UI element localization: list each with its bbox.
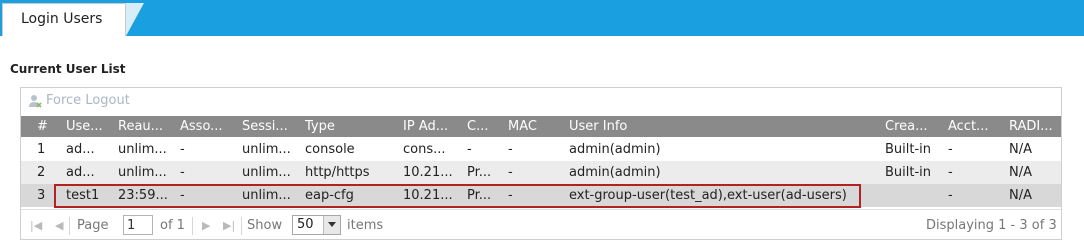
page-label: Page bbox=[77, 218, 109, 233]
page-size-value: 50 bbox=[297, 217, 314, 232]
cell-radius: N/A bbox=[1009, 142, 1032, 157]
col-header-c[interactable]: C... bbox=[467, 119, 488, 134]
tab-login-users[interactable]: Login Users bbox=[2, 3, 126, 36]
section-title: Current User List bbox=[10, 62, 126, 76]
highlight-annotation-box bbox=[54, 184, 861, 208]
chevron-down-icon[interactable] bbox=[323, 216, 340, 234]
col-header-user-info[interactable]: User Info bbox=[569, 119, 627, 134]
col-header-acct[interactable]: Acct... bbox=[948, 119, 988, 134]
user-list-panel: Force Logout # Use... Reau... Asso... Se… bbox=[20, 87, 1062, 240]
cell-user-info: admin(admin) bbox=[569, 165, 661, 180]
cell-mac: - bbox=[508, 142, 513, 157]
tab-notch-decoration bbox=[126, 3, 144, 36]
last-page-icon[interactable]: ▶| bbox=[223, 219, 235, 232]
cell-reauth: unlim... bbox=[118, 142, 167, 157]
next-page-icon[interactable]: ▶ bbox=[202, 219, 210, 232]
page-size-select[interactable]: 50 bbox=[292, 215, 341, 235]
displaying-status: Displaying 1 - 3 of 3 bbox=[926, 218, 1057, 233]
cell-user: ad... bbox=[66, 165, 95, 180]
col-header-reauth[interactable]: Reau... bbox=[118, 119, 163, 134]
cell-type: http/https bbox=[305, 165, 370, 180]
page-number-input[interactable] bbox=[123, 215, 153, 235]
cell-user: ad... bbox=[66, 142, 95, 157]
pagination-bar: |◀ ◀ Page of 1 ▶ ▶| Show 50 items Displa… bbox=[21, 209, 1061, 241]
pager-divider bbox=[192, 217, 193, 235]
cell-acct: - bbox=[948, 142, 953, 157]
cell-assoc: - bbox=[180, 165, 185, 180]
force-logout-button[interactable]: Force Logout bbox=[28, 93, 130, 108]
col-header-assoc[interactable]: Asso... bbox=[180, 119, 223, 134]
first-page-icon[interactable]: |◀ bbox=[30, 219, 42, 232]
pager-divider bbox=[241, 217, 242, 235]
col-header-ip[interactable]: IP Ad... bbox=[403, 119, 448, 134]
col-header-mac[interactable]: MAC bbox=[508, 119, 537, 134]
prev-page-icon[interactable]: ◀ bbox=[55, 219, 63, 232]
col-header-created[interactable]: Crea... bbox=[885, 119, 928, 134]
cell-session: unlim... bbox=[242, 142, 291, 157]
cell-mac: - bbox=[508, 165, 513, 180]
cell-c: - bbox=[467, 142, 472, 157]
col-header-type[interactable]: Type bbox=[305, 119, 335, 134]
cell-index: 3 bbox=[37, 188, 46, 203]
grid-header: # Use... Reau... Asso... Sessi... Type I… bbox=[21, 116, 1061, 137]
col-header-index[interactable]: # bbox=[37, 119, 48, 134]
cell-acct: - bbox=[948, 165, 953, 180]
show-label: Show bbox=[247, 218, 283, 233]
cell-acct: - bbox=[948, 188, 953, 203]
cell-index: 2 bbox=[37, 165, 46, 180]
cell-type: console bbox=[305, 142, 355, 157]
of-pages-label: of 1 bbox=[160, 218, 185, 233]
col-header-radius[interactable]: RADI... bbox=[1009, 119, 1053, 134]
pager-divider bbox=[69, 217, 70, 235]
force-logout-icon bbox=[29, 94, 42, 108]
cell-index: 1 bbox=[37, 142, 46, 157]
cell-reauth: unlim... bbox=[118, 165, 167, 180]
table-row[interactable]: 1 ad... unlim... - unlim... console cons… bbox=[21, 138, 1061, 161]
tab-label: Login Users bbox=[21, 11, 103, 27]
cell-session: unlim... bbox=[242, 165, 291, 180]
cell-c: Pr... bbox=[467, 165, 492, 180]
cell-created: Built-in bbox=[885, 165, 932, 180]
cell-radius: N/A bbox=[1009, 165, 1032, 180]
cell-ip: cons... bbox=[403, 142, 446, 157]
tab-bar: Login Users bbox=[0, 0, 1084, 36]
cell-user-info: admin(admin) bbox=[569, 142, 661, 157]
cell-radius: N/A bbox=[1009, 188, 1032, 203]
cell-created: Built-in bbox=[885, 142, 932, 157]
cell-assoc: - bbox=[180, 142, 185, 157]
col-header-session[interactable]: Sessi... bbox=[242, 119, 288, 134]
toolbar: Force Logout bbox=[21, 88, 1061, 116]
force-logout-label: Force Logout bbox=[46, 93, 130, 108]
table-row[interactable]: 2 ad... unlim... - unlim... http/https 1… bbox=[21, 161, 1061, 184]
items-label: items bbox=[347, 218, 384, 233]
cell-ip: 10.21... bbox=[403, 165, 453, 180]
col-header-user[interactable]: Use... bbox=[66, 119, 103, 134]
